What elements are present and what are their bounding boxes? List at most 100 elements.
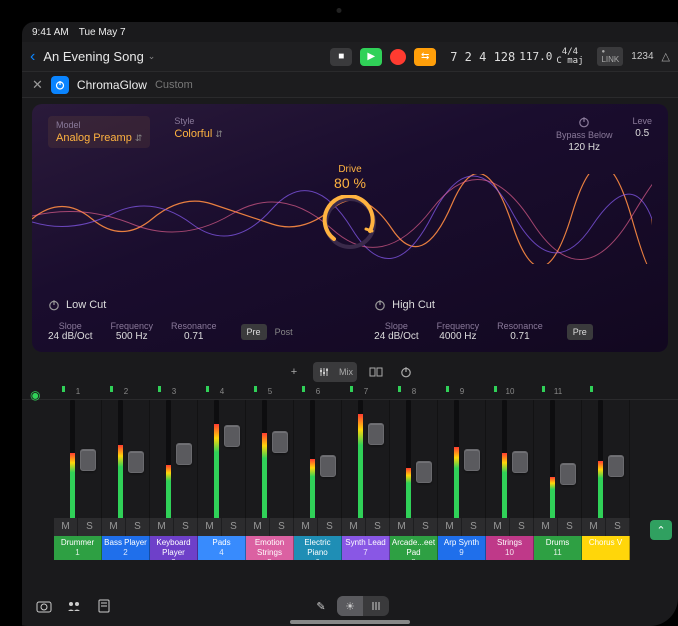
faders-icon[interactable] [313, 362, 335, 382]
mute-button[interactable]: M [390, 518, 414, 536]
camera-icon[interactable] [34, 596, 54, 616]
solo-button[interactable]: S [510, 518, 534, 536]
track-index[interactable]: 10 [486, 387, 534, 398]
track-index[interactable]: 2 [102, 387, 150, 398]
back-button[interactable]: ‹ [30, 48, 35, 66]
record-button[interactable] [390, 49, 406, 65]
track-label[interactable]: Chorus V [582, 536, 630, 560]
track-index[interactable]: 8 [390, 387, 438, 398]
track-index[interactable]: 6 [294, 387, 342, 398]
track-label[interactable]: Keyboard Player3 [150, 536, 198, 560]
metronome-icon[interactable]: △ [662, 50, 670, 63]
add-button[interactable]: + [283, 362, 305, 382]
high-cut-slope[interactable]: Slope24 dB/Oct [374, 321, 418, 342]
mute-button[interactable]: M [246, 518, 270, 536]
track-index[interactable]: 1 [54, 387, 102, 398]
stop-button[interactable]: ■ [330, 48, 352, 66]
low-cut-freq[interactable]: Frequency500 Hz [110, 321, 153, 342]
track-label[interactable]: Arcade...eet Pad8 [390, 536, 438, 560]
mute-button[interactable]: M [342, 518, 366, 536]
mute-button[interactable]: M [582, 518, 606, 536]
pencil-icon[interactable]: ✎ [311, 596, 331, 616]
fader[interactable] [272, 431, 288, 453]
power-icon[interactable] [48, 299, 60, 311]
solo-button[interactable]: S [414, 518, 438, 536]
track-index[interactable] [582, 387, 630, 398]
solo-button[interactable]: S [606, 518, 630, 536]
brightness-icon[interactable]: ☀ [337, 596, 363, 616]
plugin-power-button[interactable] [51, 76, 69, 94]
power-icon[interactable] [374, 299, 386, 311]
sliders-icon[interactable] [363, 596, 389, 616]
track-index[interactable]: 4 [198, 387, 246, 398]
solo-button[interactable]: S [558, 518, 582, 536]
style-select[interactable]: Style Colorful⇵ [174, 116, 222, 140]
level-control[interactable]: Leve 0.5 [632, 116, 652, 153]
drive-knob[interactable]: Drive 80 % [322, 164, 378, 254]
track-index[interactable]: 5 [246, 387, 294, 398]
solo-button[interactable]: S [78, 518, 102, 536]
high-cut-freq[interactable]: Frequency4000 Hz [437, 321, 480, 342]
track-label[interactable]: Bass Player2 [102, 536, 150, 560]
fader[interactable] [560, 463, 576, 485]
fader[interactable] [464, 449, 480, 471]
track-label[interactable]: Arp Synth9 [438, 536, 486, 560]
track-label[interactable]: Drums11 [534, 536, 582, 560]
bypass-control[interactable]: Bypass Below 120 Hz [556, 116, 613, 153]
fader[interactable] [176, 443, 192, 465]
solo-button[interactable]: S [366, 518, 390, 536]
count-in[interactable]: 1234 [631, 51, 653, 62]
project-title-dropdown[interactable]: An Evening Song ⌄ [43, 49, 155, 64]
fader[interactable] [608, 455, 624, 477]
solo-button[interactable]: S [222, 518, 246, 536]
mute-button[interactable]: M [102, 518, 126, 536]
people-icon[interactable] [64, 596, 84, 616]
track-label[interactable]: Pads4 [198, 536, 246, 560]
solo-button[interactable]: S [462, 518, 486, 536]
track-label[interactable]: Electric Piano6 [294, 536, 342, 560]
high-cut-res[interactable]: Resonance0.71 [497, 321, 543, 342]
track-index[interactable]: 11 [534, 387, 582, 398]
spotify-icon[interactable]: ◉ [30, 388, 40, 402]
track-index[interactable]: 9 [438, 387, 486, 398]
fader[interactable] [80, 449, 96, 471]
track-index[interactable]: 3 [150, 387, 198, 398]
close-plugin-button[interactable]: ✕ [32, 77, 43, 93]
fader[interactable] [368, 423, 384, 445]
low-cut-post[interactable]: Post [269, 324, 299, 340]
mute-button[interactable]: M [150, 518, 174, 536]
fader[interactable] [320, 455, 336, 477]
track-label[interactable]: Emotion Strings5 [246, 536, 294, 560]
high-cut-pre[interactable]: Pre [567, 324, 593, 340]
link-button[interactable]: ● LINK [597, 47, 623, 66]
fader[interactable] [128, 451, 144, 473]
track-index[interactable]: 7 [342, 387, 390, 398]
track-label[interactable]: Synth Lead7 [342, 536, 390, 560]
plugin-preset[interactable]: Custom [155, 79, 193, 91]
play-button[interactable]: ▶ [360, 48, 382, 66]
low-cut-res[interactable]: Resonance0.71 [171, 321, 217, 342]
solo-button[interactable]: S [270, 518, 294, 536]
fx-icon[interactable] [365, 362, 387, 382]
power-icon[interactable] [395, 362, 417, 382]
notepad-icon[interactable] [94, 596, 114, 616]
fader[interactable] [512, 451, 528, 473]
transport-display[interactable]: 7 2 4 128 117.0 4/4 C maj [444, 48, 589, 66]
expand-button[interactable]: ⌃ [650, 520, 672, 540]
solo-button[interactable]: S [126, 518, 150, 536]
mute-button[interactable]: M [54, 518, 78, 536]
home-indicator[interactable] [290, 620, 410, 624]
fader[interactable] [224, 425, 240, 447]
solo-button[interactable]: S [318, 518, 342, 536]
fader[interactable] [416, 461, 432, 483]
mix-label[interactable]: Mix [335, 362, 357, 382]
mute-button[interactable]: M [198, 518, 222, 536]
mute-button[interactable]: M [534, 518, 558, 536]
model-select[interactable]: Model Analog Preamp⇵ [48, 116, 150, 148]
mute-button[interactable]: M [486, 518, 510, 536]
cycle-button[interactable]: ⇆ [414, 48, 436, 66]
solo-button[interactable]: S [174, 518, 198, 536]
track-label[interactable]: Drummer1 [54, 536, 102, 560]
mute-button[interactable]: M [438, 518, 462, 536]
low-cut-slope[interactable]: Slope24 dB/Oct [48, 321, 92, 342]
